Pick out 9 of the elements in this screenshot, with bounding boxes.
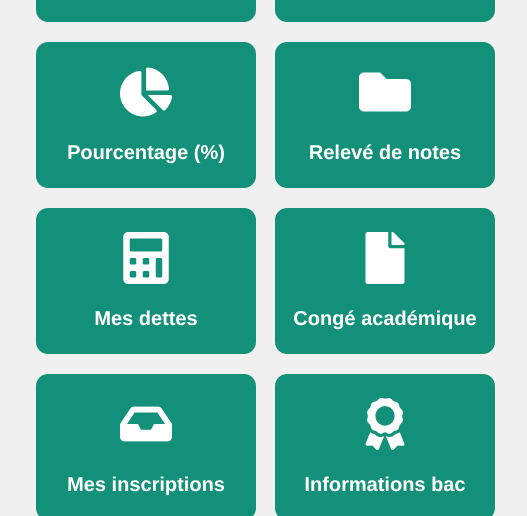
pie-chart-icon <box>120 66 172 118</box>
menu-tile[interactable]: Mes inscriptions <box>36 374 256 516</box>
menu-tile[interactable]: Informations bac <box>275 374 495 516</box>
menu-tile[interactable]: Relevé de notes <box>275 42 495 188</box>
menu-tile[interactable] <box>275 0 495 22</box>
menu-tile[interactable]: Pourcentage (%) <box>36 42 256 188</box>
menu-tile[interactable]: Mes dettes <box>36 208 256 354</box>
menu-tile[interactable]: Congé académique <box>275 208 495 354</box>
menu-tile[interactable] <box>36 0 256 22</box>
